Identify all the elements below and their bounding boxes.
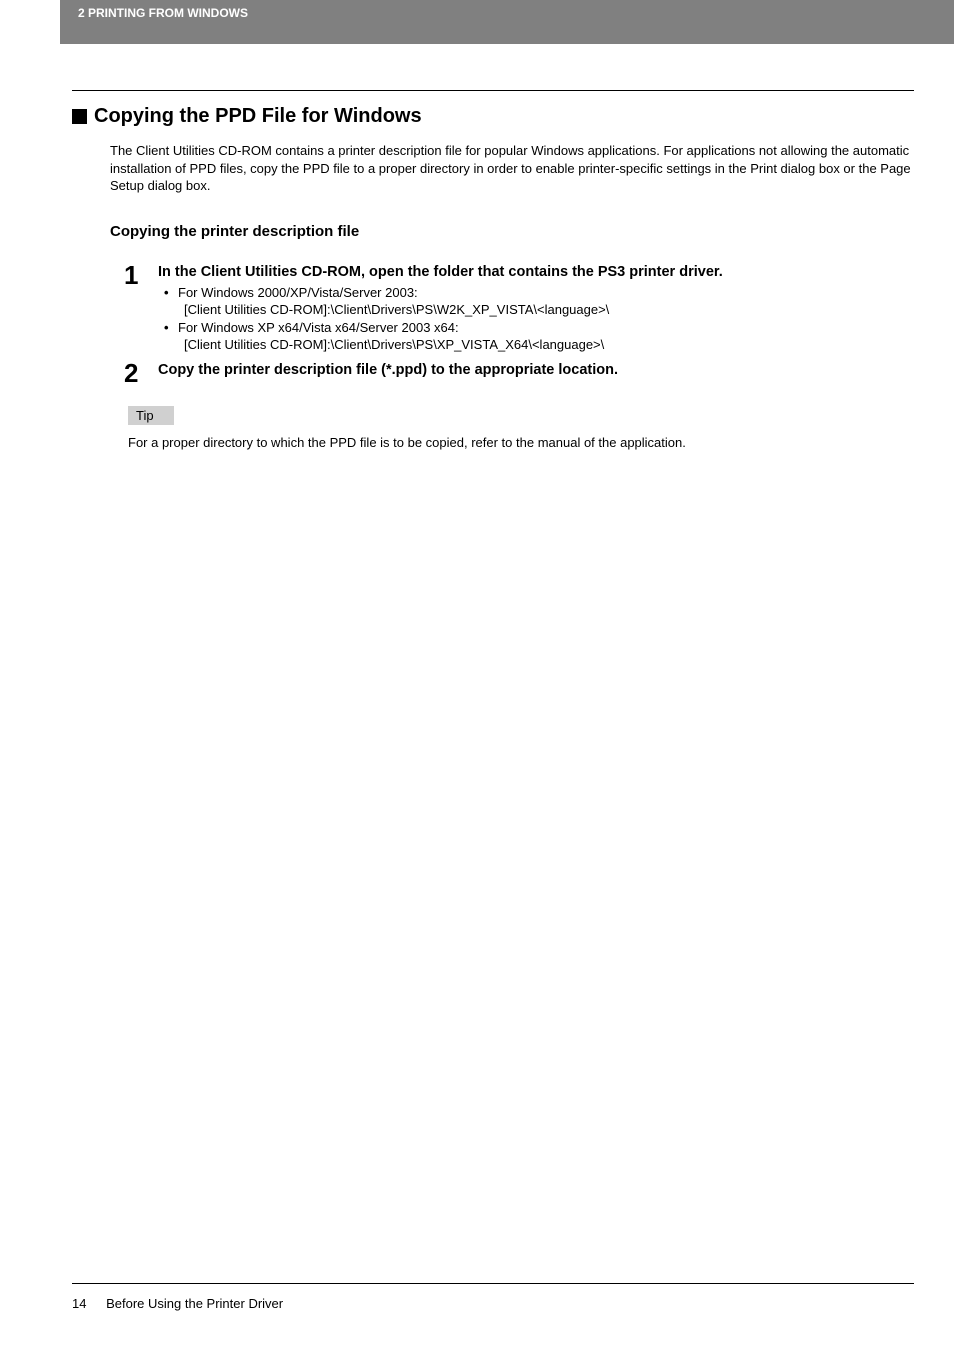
footer-section-name: Before Using the Printer Driver: [106, 1296, 283, 1311]
list-item: For Windows XP x64/Vista x64/Server 2003…: [164, 319, 914, 337]
bottom-rule: [72, 1283, 914, 1284]
page-number: 14: [72, 1296, 86, 1311]
step-number: 2: [124, 360, 158, 386]
intro-paragraph: The Client Utilities CD-ROM contains a p…: [110, 142, 914, 195]
step-title: Copy the printer description file (*.ppd…: [158, 362, 914, 378]
step-content: In the Client Utilities CD-ROM, open the…: [158, 262, 914, 354]
step-1: 1 In the Client Utilities CD-ROM, open t…: [124, 262, 914, 354]
chapter-header: 2 PRINTING FROM WINDOWS: [78, 6, 248, 20]
step-title: In the Client Utilities CD-ROM, open the…: [158, 264, 914, 280]
bullet-list: For Windows 2000/XP/Vista/Server 2003: […: [158, 284, 914, 354]
square-bullet-icon: [72, 109, 87, 124]
step-number: 1: [124, 262, 158, 354]
path-text: [Client Utilities CD-ROM]:\Client\Driver…: [164, 301, 914, 319]
step-content: Copy the printer description file (*.ppd…: [158, 360, 914, 386]
footer-text: 14 Before Using the Printer Driver: [72, 1296, 914, 1311]
header-bar: 2 PRINTING FROM WINDOWS: [60, 0, 954, 44]
page-content: Copying the PPD File for Windows The Cli…: [0, 44, 954, 450]
section-heading: Copying the PPD File for Windows: [72, 105, 914, 128]
subheading: Copying the printer description file: [110, 223, 914, 240]
top-rule: [72, 90, 914, 91]
path-text: [Client Utilities CD-ROM]:\Client\Driver…: [164, 336, 914, 354]
tip-text: For a proper directory to which the PPD …: [128, 435, 914, 450]
section-title: Copying the PPD File for Windows: [94, 105, 422, 128]
page-footer: 14 Before Using the Printer Driver: [72, 1283, 914, 1311]
tip-label: Tip: [128, 406, 174, 425]
list-item: For Windows 2000/XP/Vista/Server 2003:: [164, 284, 914, 302]
step-2: 2 Copy the printer description file (*.p…: [124, 360, 914, 386]
